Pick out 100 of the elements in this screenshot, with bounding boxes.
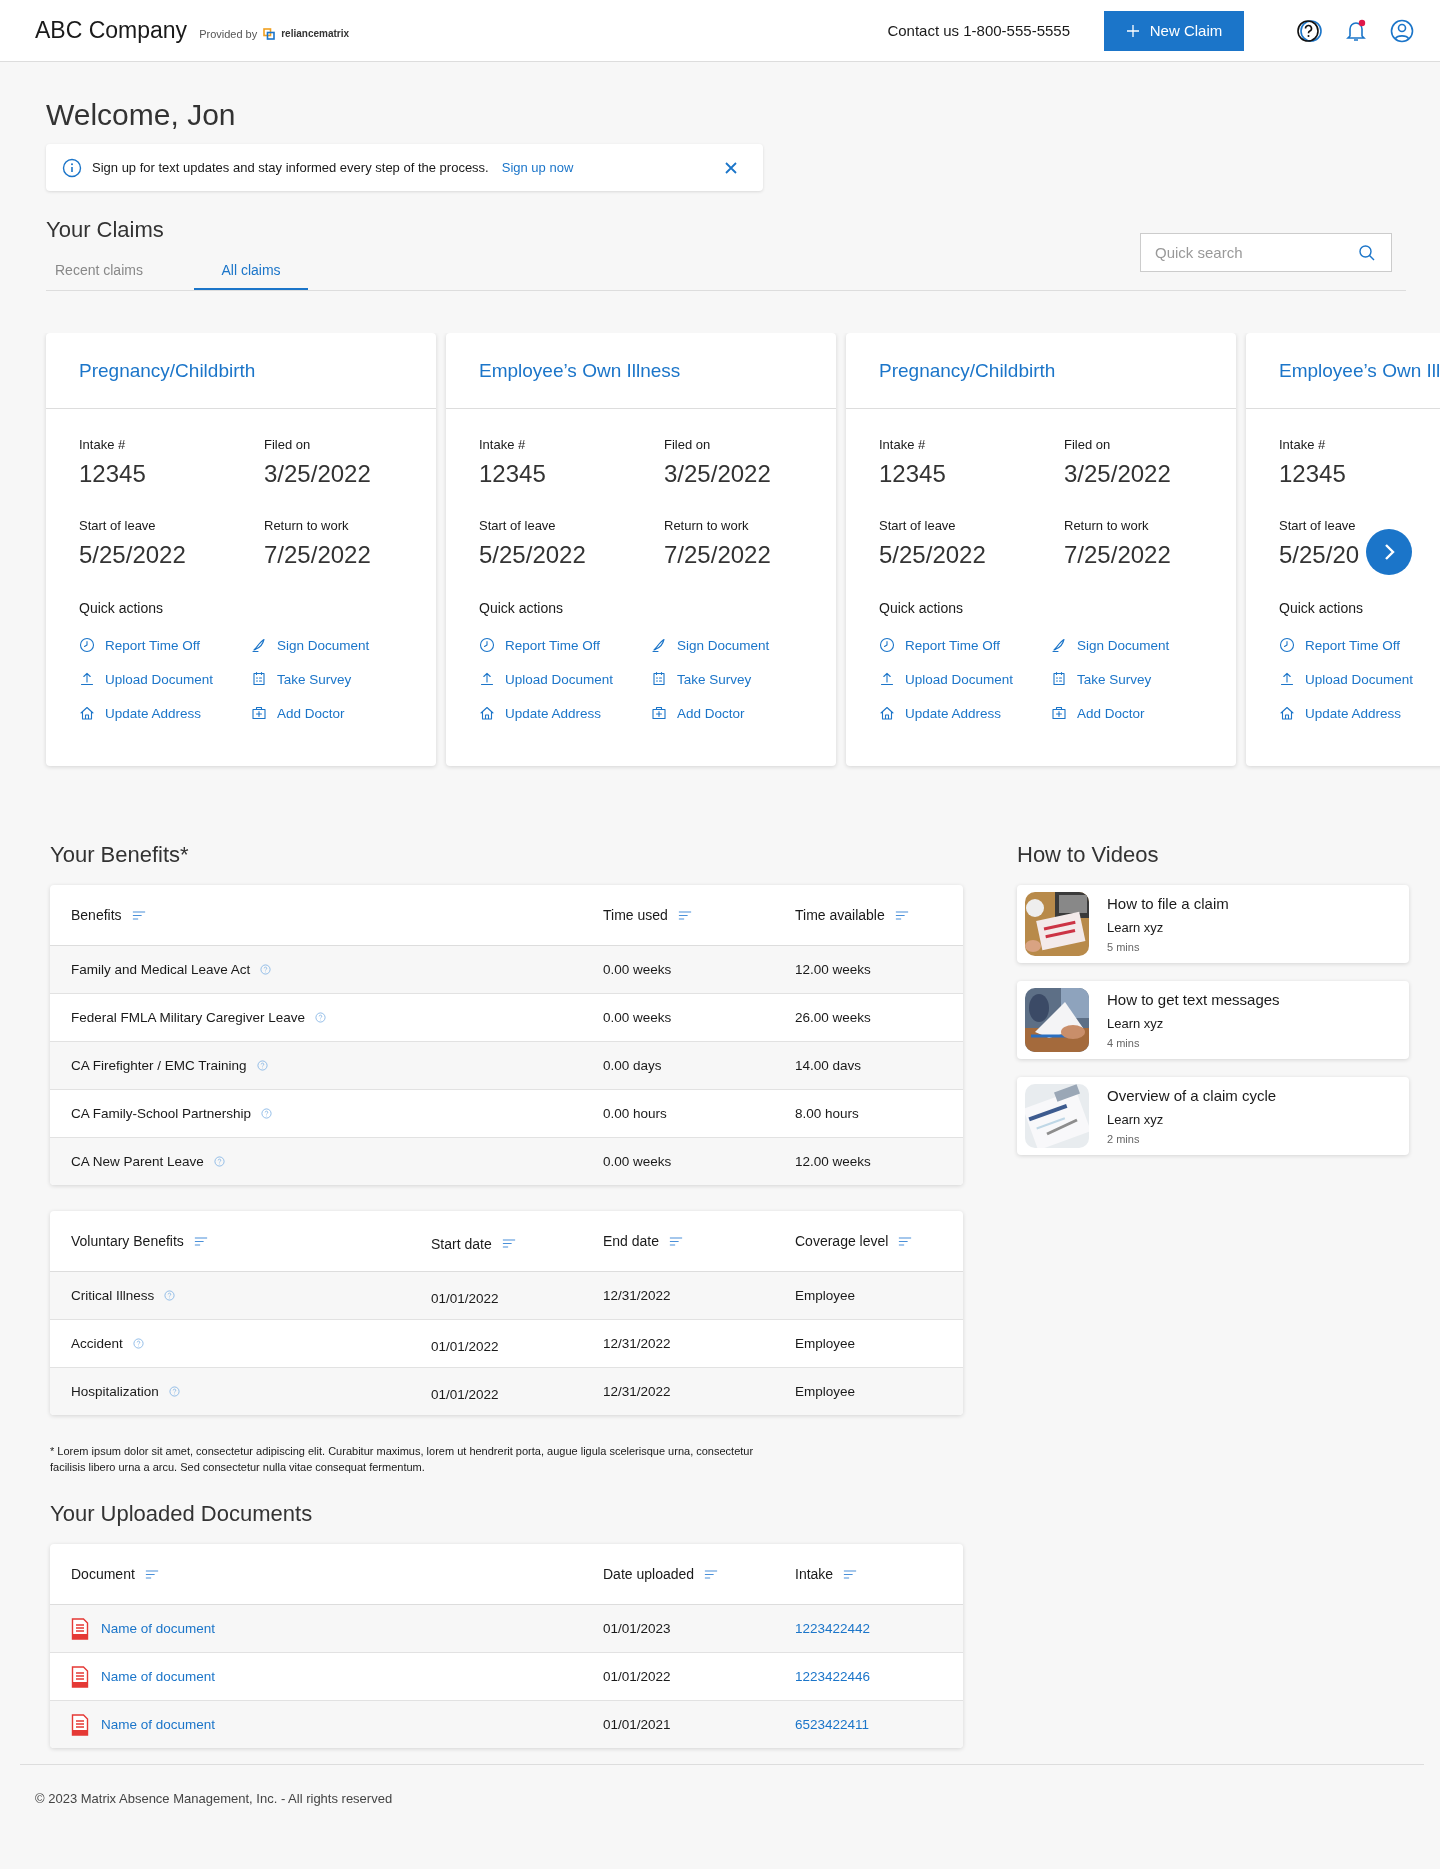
sort-icon[interactable] xyxy=(894,909,909,921)
sort-icon[interactable] xyxy=(144,1568,159,1580)
claim-type-title[interactable]: Employee’s Own Illness xyxy=(479,359,681,382)
quick-actions-label: Quick actions xyxy=(879,600,965,616)
video-card[interactable]: How to file a claim Learn xyz 5 mins xyxy=(1017,885,1409,963)
contact-phone: Contact us 1-800-555-5555 xyxy=(887,22,1070,39)
sort-icon[interactable] xyxy=(193,1235,208,1247)
claim-type-title[interactable]: Pregnancy/Childbirth xyxy=(79,359,256,382)
quick-action-link[interactable]: Upload Document xyxy=(879,662,1051,696)
section-heading: Your Benefits* xyxy=(50,842,190,868)
table-cell: 01/01/2022 xyxy=(603,1669,671,1684)
column-header: Time available xyxy=(795,907,885,923)
table-cell: Federal FMLA Military Caregiver Leave xyxy=(71,1010,306,1025)
company-name: ABC Company xyxy=(35,17,188,44)
field-value: 12345 xyxy=(79,460,146,488)
medical-kit-icon xyxy=(1051,705,1067,721)
table-cell: 14.00 davs xyxy=(795,1058,862,1073)
medical-kit-icon xyxy=(651,705,667,721)
video-subtitle: Learn xyz xyxy=(1107,920,1165,935)
quick-action-link[interactable]: Report Time Off xyxy=(479,628,651,662)
pdf-file-icon xyxy=(71,1665,89,1688)
sort-icon[interactable] xyxy=(677,909,692,921)
quick-action-link[interactable]: Update Address xyxy=(1279,696,1440,730)
quick-action-link[interactable]: Update Address xyxy=(79,696,251,730)
table-cell: 12/31/2022 xyxy=(603,1288,671,1303)
claim-type-title[interactable]: Employee’s Own Ill xyxy=(1279,359,1440,382)
info-icon xyxy=(62,157,82,178)
table-cell: 01/01/2021 xyxy=(603,1717,671,1732)
column-header: Date uploaded xyxy=(603,1566,695,1582)
search-field[interactable]: Quick search xyxy=(1140,233,1392,272)
claims-tab[interactable]: All claims xyxy=(194,262,308,290)
quick-action-link[interactable]: Report Time Off xyxy=(79,628,251,662)
field-label: Return to work xyxy=(264,518,349,533)
video-card[interactable]: How to get text messages Learn xyz 4 mins xyxy=(1017,981,1409,1059)
sort-icon[interactable] xyxy=(131,909,146,921)
quick-actions-label: Quick actions xyxy=(1279,600,1365,616)
field-label: Start of leave xyxy=(79,518,156,533)
table-cell: 0.00 days xyxy=(603,1058,662,1073)
column-header: End date xyxy=(603,1233,660,1249)
field-value: 3/25/2022 xyxy=(1064,460,1171,488)
quick-action-link[interactable]: Report Time Off xyxy=(1279,628,1440,662)
table-cell: Employee xyxy=(795,1384,856,1399)
table-cell: 01/01/2022 xyxy=(431,1386,499,1402)
quick-action-link[interactable]: Take Survey xyxy=(251,662,401,696)
quick-action-link[interactable]: Take Survey xyxy=(1051,662,1201,696)
sort-icon[interactable] xyxy=(898,1235,913,1247)
search-icon[interactable] xyxy=(1358,244,1376,262)
sort-icon[interactable] xyxy=(501,1238,516,1249)
quick-action-link[interactable]: Sign Document xyxy=(651,628,801,662)
field-label: Intake # xyxy=(879,437,926,452)
field-value: 12345 xyxy=(479,460,546,488)
table-cell: CA Firefighter / EMC Training xyxy=(71,1058,247,1073)
quick-action-link[interactable]: Upload Document xyxy=(1279,662,1440,696)
sort-icon[interactable] xyxy=(669,1235,684,1247)
upload-icon xyxy=(79,671,95,687)
quick-action-link[interactable]: Upload Document xyxy=(479,662,651,696)
quick-action-link[interactable]: Add Doctor xyxy=(1051,696,1201,730)
close-icon[interactable] xyxy=(724,160,738,175)
intake-link[interactable]: 6523422411 xyxy=(795,1717,870,1732)
video-card[interactable]: Overview of a claim cycle Learn xyz 2 mins xyxy=(1017,1077,1409,1155)
section-heading: Your Uploaded Documents xyxy=(50,1501,314,1527)
field-label: Start of leave xyxy=(1279,518,1356,533)
intake-link[interactable]: 1223422446 xyxy=(795,1669,871,1684)
video-duration: 2 mins xyxy=(1107,1133,1141,1145)
column-header: Voluntary Benefits xyxy=(71,1233,184,1249)
column-header: Document xyxy=(71,1566,135,1582)
field-label: Start of leave xyxy=(879,518,956,533)
quick-actions-label: Quick actions xyxy=(79,600,165,616)
sort-icon[interactable] xyxy=(843,1568,858,1580)
feather-pen-icon xyxy=(1051,637,1067,653)
sort-icon[interactable] xyxy=(704,1568,719,1580)
banner-message: Sign up for text updates and stay informed every step of the process. xyxy=(92,160,489,175)
welcome-heading: Welcome, Jon xyxy=(46,98,237,132)
table-cell: 0.00 hours xyxy=(603,1106,667,1121)
new-claim-button[interactable]: New Claim xyxy=(1104,10,1244,51)
upload-icon xyxy=(479,671,495,687)
quick-action-link[interactable]: Sign Document xyxy=(1051,628,1201,662)
intake-link[interactable]: 1223422442 xyxy=(795,1621,871,1636)
document-link[interactable]: Name of document xyxy=(101,1717,216,1732)
claims-tab[interactable]: Recent claims xyxy=(46,262,186,290)
claim-type-title[interactable]: Pregnancy/Childbirth xyxy=(879,359,1056,382)
partner-logo-icon xyxy=(263,27,276,40)
document-link[interactable]: Name of document xyxy=(101,1621,216,1636)
field-value: 5/25/2022 xyxy=(479,541,586,569)
quick-action-link[interactable]: Update Address xyxy=(479,696,651,730)
field-label: Return to work xyxy=(1064,518,1149,533)
table-cell: 12/31/2022 xyxy=(603,1384,671,1399)
quick-action-link[interactable]: Upload Document xyxy=(79,662,251,696)
quick-action-link[interactable]: Add Doctor xyxy=(651,696,801,730)
quick-action-link[interactable]: Add Doctor xyxy=(251,696,401,730)
field-value: 3/25/2022 xyxy=(664,460,771,488)
sign-up-link[interactable]: Sign up now xyxy=(501,160,574,175)
field-value: 5/25/20 xyxy=(1279,541,1360,569)
quick-action-link[interactable]: Report Time Off xyxy=(879,628,1051,662)
quick-action-link[interactable]: Update Address xyxy=(879,696,1051,730)
section-heading: How to Videos xyxy=(1017,842,1160,868)
quick-action-link[interactable]: Sign Document xyxy=(251,628,401,662)
quick-action-link[interactable]: Take Survey xyxy=(651,662,801,696)
field-value: 12345 xyxy=(1279,460,1346,488)
document-link[interactable]: Name of document xyxy=(101,1669,216,1684)
